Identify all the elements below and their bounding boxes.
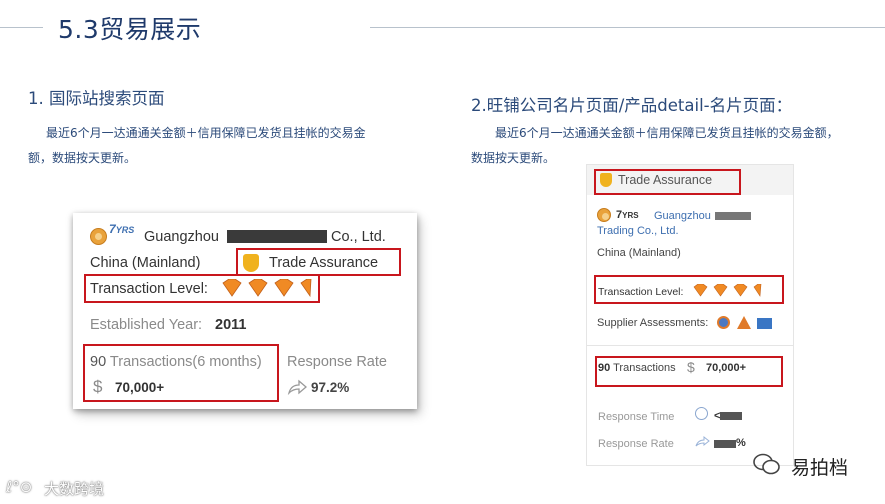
transaction-level-gems-right	[693, 284, 762, 297]
response-arrow-icon	[287, 379, 307, 395]
response-rate-value: 97.2%	[311, 380, 350, 395]
location-text-right: China (Mainland)	[597, 247, 681, 259]
supplier-assessments-label: Supplier Assessments:	[597, 317, 709, 329]
transaction-level-label: Transaction Level:	[90, 281, 208, 297]
response-rate-redaction	[714, 440, 736, 448]
response-arrow-icon-right	[695, 435, 710, 447]
established-year-value: 2011	[215, 317, 247, 333]
trade-assurance-shield-icon-right	[600, 173, 612, 187]
response-time-redaction	[720, 412, 742, 420]
left-section-description: 最近6个月一达通通关金额＋信用保障已发货且挂帐的交易金 额，数据按天更新。	[28, 121, 428, 171]
gem-icon	[733, 284, 748, 297]
company-name-end[interactable]: Co., Ltd.	[331, 229, 386, 245]
company-name-line-1[interactable]: Guangzhou	[654, 210, 711, 222]
trade-assurance-shield-icon	[243, 254, 259, 272]
company-name-line-2[interactable]: Trading Co., Ltd.	[597, 225, 679, 237]
dollar-icon: $	[93, 377, 103, 396]
header-rule-right	[370, 27, 885, 28]
response-rate-label: Response Rate	[287, 354, 387, 370]
gem-icon	[713, 284, 728, 297]
assessment-report-icon[interactable]	[737, 316, 751, 329]
years-badge-right: 7YRS	[616, 209, 639, 221]
watermark-right: 易拍档	[791, 457, 849, 479]
response-rate-value-right: %	[736, 437, 746, 449]
transactions-summary-right: 90 Transactions	[598, 362, 676, 374]
gold-supplier-medal-icon-right	[597, 208, 611, 222]
half-gem-icon	[753, 284, 762, 297]
wechat-icon	[753, 453, 780, 475]
transactions-amount: 70,000+	[115, 380, 165, 395]
gem-icon	[222, 279, 242, 297]
company-card: Trade Assurance 7YRS Guangzhou Trading C…	[586, 164, 794, 466]
company-name-redaction-right	[715, 212, 751, 220]
page-title: 5.3贸易展示	[58, 15, 202, 44]
header-rule-left	[0, 27, 43, 28]
transactions-highlight	[83, 344, 279, 402]
right-desc-line-1: 最近6个月一达通通关金额＋信用保障已发货且挂帐的交易金额，	[495, 126, 839, 140]
gem-icon	[274, 279, 294, 297]
left-section-title: 1. 国际站搜索页面	[28, 89, 165, 108]
gem-icon	[693, 284, 708, 297]
response-time-label: Response Time	[598, 411, 675, 423]
response-rate-label-right: Response Rate	[598, 438, 674, 450]
half-gem-icon	[300, 279, 312, 298]
gold-supplier-medal-icon	[90, 228, 107, 245]
search-result-card: 7YRS Guangzhou Co., Ltd. China (Mainland…	[73, 213, 417, 409]
trade-assurance-label-right[interactable]: Trade Assurance	[618, 173, 712, 187]
video-icon[interactable]	[757, 318, 772, 329]
card-divider	[587, 345, 793, 346]
trade-assurance-label[interactable]: Trade Assurance	[269, 255, 378, 271]
left-desc-line-1: 最近6个月一达通通关金额＋信用保障已发货且挂帐的交易金	[46, 126, 366, 140]
left-desc-line-2: 额，数据按天更新。	[28, 151, 137, 165]
gem-icon	[248, 279, 268, 297]
watermark-left: 大数跨境	[44, 480, 105, 498]
years-badge: 7YRS	[109, 222, 135, 236]
dollar-icon-right: $	[687, 359, 695, 375]
onsite-check-icon[interactable]	[717, 316, 730, 329]
transactions-summary: 90 Transactions(6 months)	[90, 354, 262, 370]
established-year-label: Established Year:	[90, 317, 203, 333]
location-text: China (Mainland)	[90, 255, 201, 271]
watermark-logo-left: ℓ°⊙	[6, 478, 33, 496]
transaction-level-label-right: Transaction Level:	[598, 286, 684, 298]
company-name-redaction	[227, 230, 327, 243]
company-name-start[interactable]: Guangzhou	[144, 229, 219, 245]
clock-icon	[695, 407, 708, 420]
transactions-amount-right: 70,000+	[706, 362, 747, 374]
right-section-title: 2.旺铺公司名片页面/产品detail-名片页面：	[471, 96, 793, 115]
transaction-level-gems	[222, 279, 312, 298]
